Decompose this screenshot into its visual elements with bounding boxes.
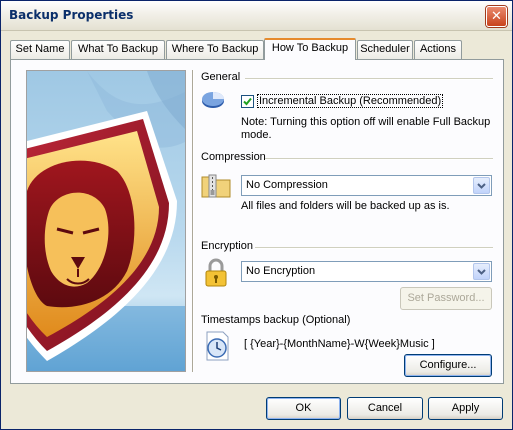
padlock-icon	[205, 258, 227, 287]
ok-button[interactable]: OK	[266, 397, 341, 420]
compression-heading: Compression	[201, 151, 266, 163]
encryption-select-value: No Encryption	[246, 265, 316, 277]
general-divider	[245, 78, 493, 80]
compression-select-value: No Compression	[246, 179, 328, 191]
tab-where-to-backup[interactable]: Where To Backup	[166, 40, 264, 59]
configure-button[interactable]: Configure...	[404, 354, 492, 377]
general-heading: General	[201, 71, 241, 83]
compression-dropdown-button[interactable]	[473, 177, 490, 194]
how-to-backup-panel: General Incremental Backup (Recommended)…	[10, 59, 504, 384]
close-icon: ✕	[491, 9, 502, 24]
clock-document-icon	[206, 331, 229, 361]
window-title: Backup Properties	[9, 8, 134, 22]
cancel-button[interactable]: Cancel	[347, 397, 423, 420]
lion-shield-artwork	[26, 70, 186, 372]
tab-what-to-backup[interactable]: What To Backup	[71, 40, 165, 59]
pie-chart-icon	[202, 92, 224, 108]
incremental-backup-label[interactable]: Incremental Backup (Recommended)	[257, 94, 444, 108]
compression-select[interactable]: No Compression	[241, 175, 492, 196]
tab-set-name[interactable]: Set Name	[10, 40, 70, 59]
timestamp-pattern: [ {Year}-{MonthName}-W{Week}Music ]	[244, 338, 435, 350]
full-backup-note: Note: Turning this option off will enabl…	[241, 116, 491, 141]
encryption-divider	[255, 247, 493, 249]
apply-button[interactable]: Apply	[428, 397, 503, 420]
checkmark-icon	[243, 97, 252, 106]
chevron-down-icon	[477, 183, 486, 189]
timestamps-heading: Timestamps backup (Optional)	[201, 314, 351, 326]
chevron-down-icon	[477, 269, 486, 275]
compression-divider	[265, 158, 493, 160]
vertical-divider	[192, 70, 194, 372]
set-password-button[interactable]: Set Password...	[400, 287, 492, 310]
close-button[interactable]: ✕	[486, 6, 507, 27]
backup-properties-dialog: Backup Properties ✕ Set Name What To Bac…	[0, 0, 513, 430]
incremental-backup-checkbox[interactable]	[241, 95, 254, 108]
encryption-select[interactable]: No Encryption	[241, 261, 492, 282]
tab-scheduler[interactable]: Scheduler	[357, 40, 413, 59]
tab-actions[interactable]: Actions	[414, 40, 462, 59]
tab-how-to-backup[interactable]: How To Backup	[264, 38, 356, 60]
compression-description: All files and folders will be backed up …	[241, 200, 450, 212]
encryption-heading: Encryption	[201, 240, 253, 252]
title-bar: Backup Properties ✕	[1, 1, 512, 31]
zip-folder-icon	[201, 174, 231, 198]
encryption-dropdown-button[interactable]	[473, 263, 490, 280]
lion-shield-icon	[27, 71, 185, 371]
